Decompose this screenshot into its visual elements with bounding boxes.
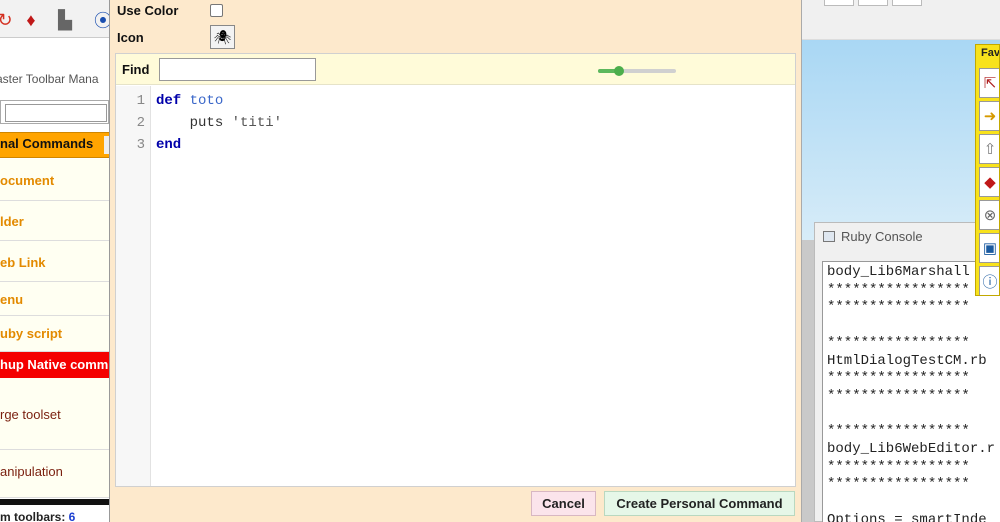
method-call: puts (189, 115, 224, 131)
console-line: ***************** (827, 423, 970, 440)
separator-bar (0, 499, 109, 505)
toolbar-count: m toolbars: 6 (0, 510, 109, 522)
use-color-checkbox[interactable] (210, 4, 223, 17)
icon-label: Icon (117, 30, 144, 45)
console-line: ***************** (827, 387, 970, 404)
list-item-large-toolset[interactable]: rge toolset (0, 378, 109, 450)
personal-commands-label: nal Commands (0, 136, 94, 151)
background-window-strip (800, 0, 1000, 40)
favorites-toolbar: Fave ⇱ ➜ ⇧ ◆ ⊗ ▣ ⓘ (975, 44, 1000, 296)
cancel-circle-icon[interactable]: ⊗ (979, 200, 999, 230)
code-line[interactable]: end (156, 137, 181, 153)
tools-info-icon[interactable]: ⓘ (979, 266, 999, 295)
console-line: ***************** (827, 334, 970, 351)
toolbar-search-input[interactable] (5, 104, 107, 122)
console-line: ***************** (827, 458, 970, 475)
arrow-right-icon[interactable]: ➜ (979, 101, 999, 131)
ruby-console-output[interactable]: body_Lib6Marshall ***************** ******… (822, 261, 1000, 522)
toolbar-manager-title: aster Toolbar Mana (0, 72, 99, 86)
line-number: 3 (136, 137, 145, 153)
method-name: toto (189, 93, 224, 109)
list-item-document[interactable]: ocument (0, 159, 109, 201)
window-info-icon[interactable]: ▣ (979, 233, 999, 263)
ruby-gem-icon[interactable]: ♦ (20, 8, 42, 32)
window-button (892, 0, 922, 6)
line-number: 1 (136, 93, 145, 109)
list-item-folder[interactable]: lder (0, 201, 109, 241)
ruby-console-titlebar: Ruby Console (823, 229, 923, 247)
line-number-gutter: 1 2 3 (116, 86, 151, 486)
list-item-ruby-script[interactable]: uby script (0, 316, 109, 352)
location-pin-icon[interactable]: ⦿ (92, 8, 109, 32)
redo-arrow-icon[interactable]: ↻ (0, 8, 16, 32)
ruby-console-title: Ruby Console (841, 229, 923, 244)
console-line: Options = smartInde (827, 511, 987, 522)
line-number: 2 (136, 115, 145, 131)
cancel-button[interactable]: Cancel (531, 491, 596, 516)
window-button (824, 0, 854, 6)
code-line[interactable]: puts 'titi' (156, 115, 282, 131)
export-icon[interactable]: ⇱ (979, 68, 999, 98)
native-commands-header[interactable]: hup Native comm (0, 352, 109, 378)
console-line: ***************** (827, 299, 970, 316)
string-literal: 'titi' (231, 115, 283, 131)
list-item-web-link[interactable]: eb Link (0, 241, 109, 282)
ruby-console-window: Ruby Console body_Lib6Marshall **********… (814, 222, 1000, 522)
console-line: ***************** (827, 476, 970, 493)
rocket-icon[interactable]: ⇧ (979, 134, 999, 164)
list-item-manipulation[interactable]: anipulation (0, 450, 109, 498)
find-label: Find (122, 62, 150, 77)
favorites-title: Fave (981, 47, 1000, 59)
personal-commands-header[interactable]: nal Commands (0, 132, 109, 158)
keyword-end: end (156, 137, 182, 153)
icon-picker-button[interactable]: 🕷 (210, 25, 235, 49)
console-line: body_Lib6Marshall (827, 264, 970, 280)
console-line: body_Lib6WebEditor.r (827, 441, 996, 457)
toolbar-icon-strip: ↻ ♦ ▙ ⦿ (0, 0, 109, 38)
console-line: ***************** (827, 370, 970, 387)
create-personal-command-button[interactable]: Create Personal Command (604, 491, 795, 516)
code-editor: Find 1 2 3 def toto puts 'titi' end (115, 53, 796, 487)
toolbar-search-box[interactable] (0, 100, 109, 124)
sandbox-icon[interactable]: ▙ (54, 8, 76, 32)
personal-command-dialog: Use Color Icon 🕷 Find 1 2 3 def toto put… (110, 0, 802, 522)
console-line: HtmlDialogTestCM.rb (827, 352, 987, 369)
viewport-sky (800, 40, 1000, 240)
console-line: ***************** (827, 281, 970, 298)
toolbar-count-label: m toolbars: (0, 510, 69, 522)
toolbar-manager-panel: ↻ ♦ ▙ ⦿ aster Toolbar Mana nal Commands … (0, 0, 110, 522)
find-input[interactable] (159, 58, 316, 81)
toolbar-count-value: 6 (68, 510, 76, 522)
window-button (858, 0, 888, 6)
use-color-label: Use Color (117, 3, 179, 18)
keyword-def: def (156, 93, 182, 109)
zoom-slider-thumb[interactable] (614, 66, 625, 76)
ruby-cube-icon[interactable]: ◆ (979, 167, 999, 197)
window-icon (823, 231, 835, 242)
bug-icon: 🕷 (213, 28, 232, 45)
list-item-menu[interactable]: enu (0, 282, 109, 316)
find-bar: Find (116, 54, 795, 85)
zoom-slider[interactable] (598, 66, 676, 76)
code-line[interactable]: def toto (156, 93, 223, 109)
